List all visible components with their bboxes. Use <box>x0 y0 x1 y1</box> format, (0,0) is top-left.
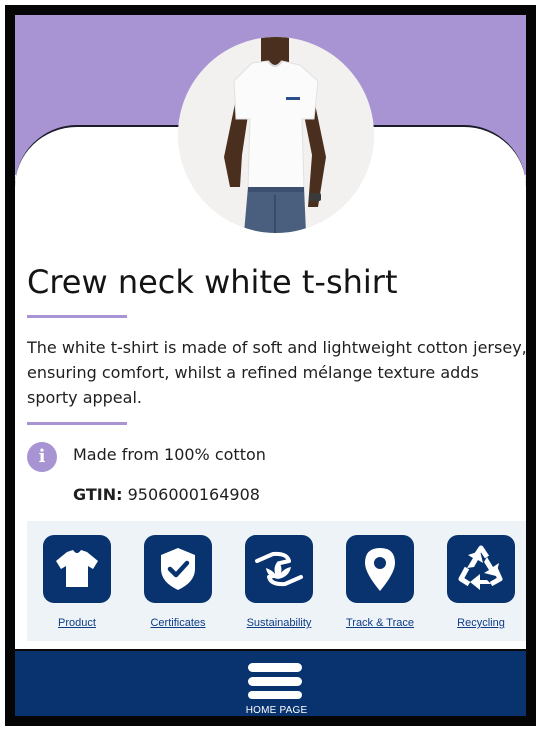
location-pin-icon <box>346 535 414 603</box>
nav-item-product[interactable]: Product <box>27 535 127 629</box>
nav-label-track-trace: Track & Trace <box>345 617 415 629</box>
nav-label-product: Product <box>58 617 96 629</box>
app-frame: Crew neck white t-shirt The white t-shir… <box>0 0 541 731</box>
description-divider <box>27 422 127 425</box>
nav-item-track-trace[interactable]: Track & Trace <box>330 535 430 629</box>
gtin-label: GTIN: <box>73 485 123 504</box>
info-icon: i <box>27 442 57 472</box>
nav-label-sustainability: Sustainability <box>246 617 312 629</box>
gtin-line: GTIN: 9506000164908 <box>73 485 260 504</box>
product-description: The white t-shirt is made of soft and li… <box>27 338 526 407</box>
nav-label-recycling: Recycling <box>457 617 505 629</box>
model-photo <box>178 37 374 233</box>
recycle-icon <box>447 535 515 603</box>
nav-panel: Product Certificates Sustainability Trac… <box>27 521 526 641</box>
home-page-button[interactable]: HOME PAGE <box>15 649 526 716</box>
nav-item-recycling[interactable]: Recycling <box>431 535 526 629</box>
phone-screen: Crew neck white t-shirt The white t-shir… <box>15 15 526 716</box>
title-divider <box>27 315 127 318</box>
product-image <box>178 37 374 233</box>
gtin-value: 9506000164908 <box>127 485 260 504</box>
nav-item-certificates[interactable]: Certificates <box>128 535 228 629</box>
material-text: Made from 100% cotton <box>73 445 266 464</box>
home-page-label: HOME PAGE <box>245 705 308 716</box>
hand-leaf-icon <box>245 535 313 603</box>
nav-label-certificates: Certificates <box>150 617 206 629</box>
nav-item-sustainability[interactable]: Sustainability <box>229 535 329 629</box>
shield-check-icon <box>144 535 212 603</box>
product-title: Crew neck white t-shirt <box>27 263 398 301</box>
hamburger-menu-icon <box>248 663 302 699</box>
tshirt-icon <box>43 535 111 603</box>
